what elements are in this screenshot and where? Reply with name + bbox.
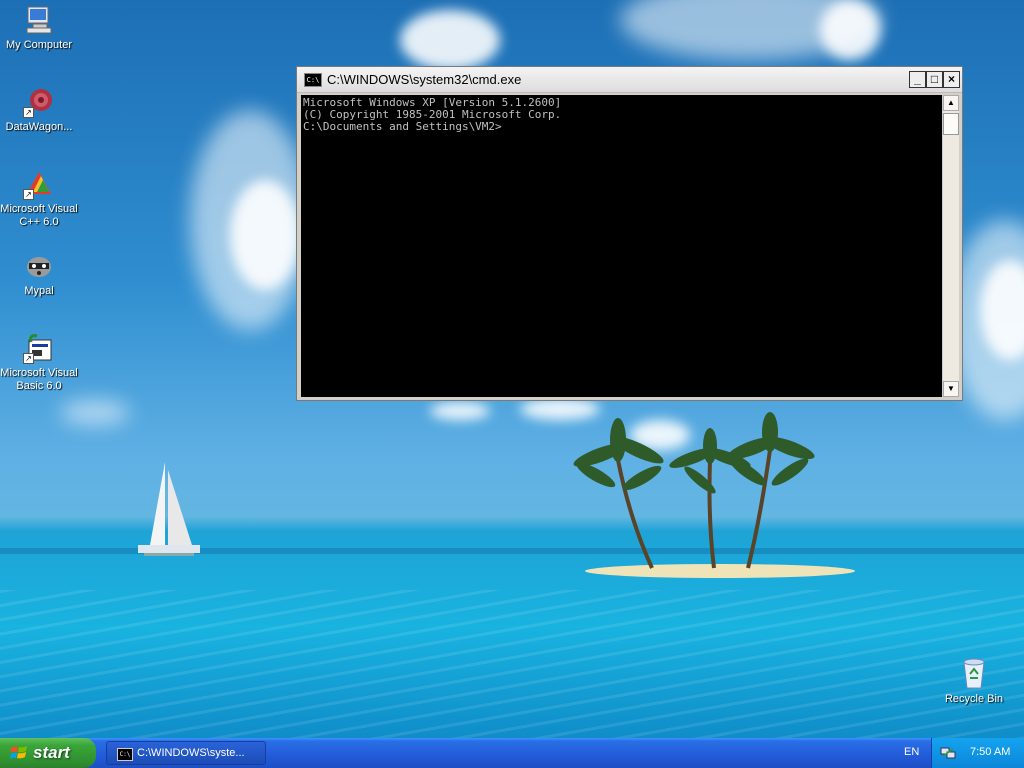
desktop-icon-label: My Computer — [5, 39, 73, 51]
start-label: start — [33, 743, 70, 762]
cmd-window[interactable]: C:\ C:\WINDOWS\system32\cmd.exe _ □ × Mi… — [296, 66, 963, 401]
minimize-button[interactable]: _ — [909, 71, 926, 88]
desktop-icon-visual-basic[interactable]: ↗ Microsoft Visual Basic 6.0 — [0, 332, 78, 393]
cmd-app-icon[interactable]: C:\ — [304, 73, 322, 87]
visual-cpp-icon: ↗ — [23, 168, 55, 200]
desktop-icon-recycle-bin[interactable]: Recycle Bin — [935, 658, 1013, 706]
system-tray: 7:50 AM — [931, 738, 1024, 768]
window-title: C:\WINDOWS\system32\cmd.exe — [327, 72, 522, 87]
recycle-bin-icon — [958, 658, 990, 690]
desktop-icon-label: Microsoft Visual Basic 6.0 — [0, 367, 78, 392]
console-output[interactable]: Microsoft Windows XP [Version 5.1.2600](… — [301, 95, 942, 397]
sailboat — [138, 462, 200, 556]
shortcut-arrow-icon: ↗ — [23, 189, 34, 200]
scroll-down-button[interactable]: ▼ — [943, 381, 959, 397]
desktop-icon-label: Recycle Bin — [944, 693, 1004, 705]
taskbar-button-label: C:\WINDOWS\syste... — [137, 747, 245, 759]
taskbar-button-cmd[interactable]: C:\ C:\WINDOWS\syste... — [106, 741, 266, 765]
cmd-task-icon: C:\ — [117, 748, 133, 761]
desktop-icon-label: Mypal — [24, 285, 54, 297]
scroll-up-button[interactable]: ▲ — [943, 95, 959, 111]
palm-fronds — [573, 412, 815, 494]
datawagon-icon: ↗ — [23, 86, 55, 118]
desktop-icon-mypal[interactable]: Mypal — [0, 250, 78, 298]
visual-basic-icon: ↗ — [23, 332, 55, 364]
shortcut-arrow-icon: ↗ — [23, 353, 34, 364]
maximize-button[interactable]: □ — [926, 71, 943, 88]
mypal-raccoon-icon — [23, 250, 55, 282]
start-button[interactable]: start — [0, 738, 96, 768]
my-computer-icon — [23, 4, 55, 36]
desktop: My Computer ↗ DataWagon... ↗ Microsoft V… — [0, 0, 1024, 738]
desktop-icon-my-computer[interactable]: My Computer — [0, 4, 78, 52]
cmd-title-bar[interactable]: C:\ C:\WINDOWS\system32\cmd.exe _ □ × — [297, 67, 962, 93]
windows-flag-icon — [10, 746, 27, 759]
desktop-icon-label: Microsoft Visual C++ 6.0 — [0, 203, 78, 228]
clock[interactable]: 7:50 AM — [970, 746, 1010, 758]
desktop-icon-label: DataWagon... — [5, 121, 73, 133]
shortcut-arrow-icon: ↗ — [23, 107, 34, 118]
console-prompt: C:\Documents and Settings\VM2> — [303, 120, 502, 133]
desktop-icon-datawagon[interactable]: ↗ DataWagon... — [0, 86, 78, 134]
taskbar: start C:\ C:\WINDOWS\syste... EN 7:50 AM — [0, 738, 1024, 768]
desktop-icon-visual-cpp[interactable]: ↗ Microsoft Visual C++ 6.0 — [0, 168, 78, 229]
close-button[interactable]: × — [943, 71, 960, 88]
network-tray-icon[interactable] — [940, 746, 956, 760]
vertical-scrollbar[interactable]: ▲ ▼ — [942, 95, 959, 397]
scroll-thumb[interactable] — [943, 113, 959, 135]
language-indicator[interactable]: EN — [904, 746, 919, 758]
